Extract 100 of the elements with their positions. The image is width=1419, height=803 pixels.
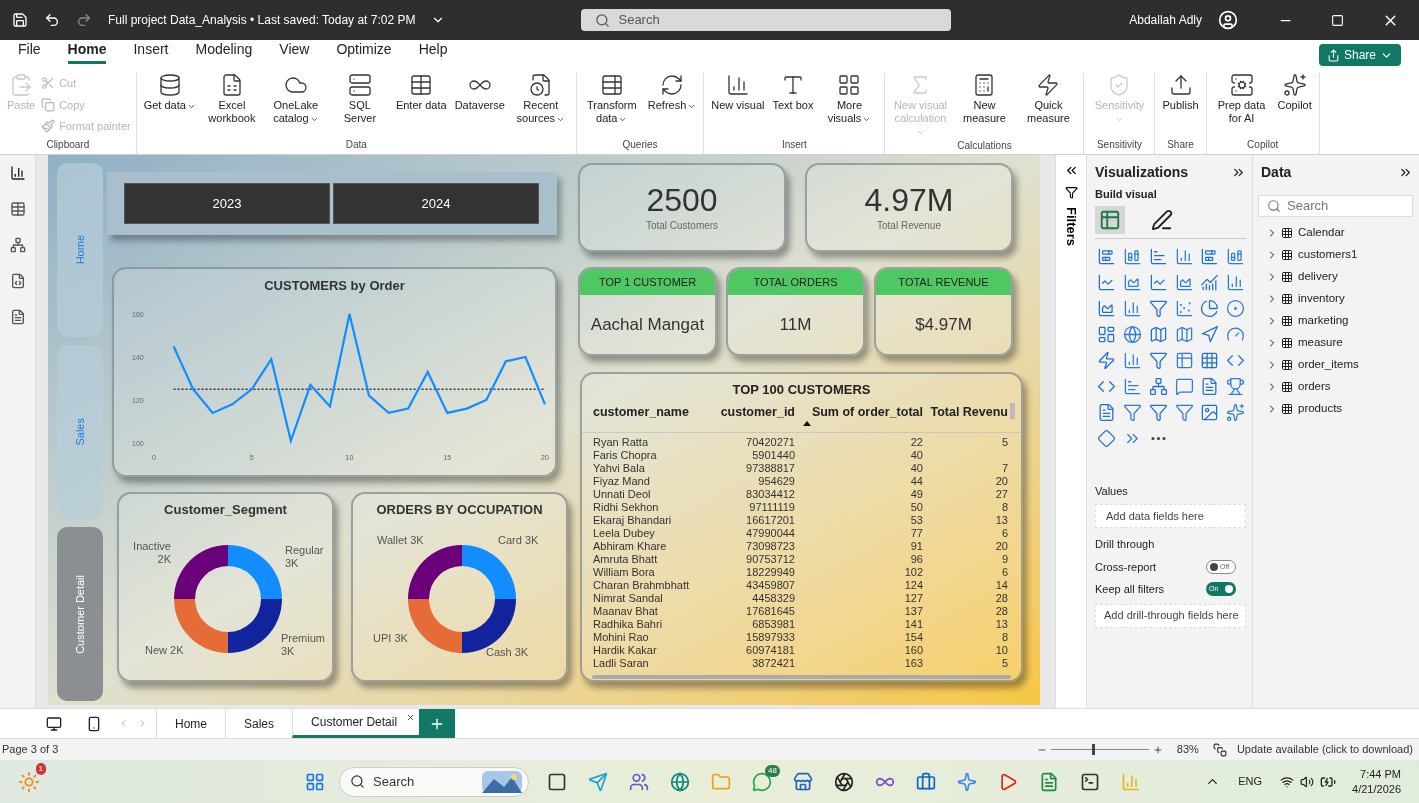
column-header[interactable]: customer_id <box>705 402 795 422</box>
task-view-icon[interactable] <box>547 771 567 792</box>
arrow-icon[interactable] <box>1200 324 1220 344</box>
ribbon-button[interactable]: SQL Server <box>329 73 390 137</box>
ribbon-button[interactable]: Excel workbook <box>201 73 262 137</box>
table-item[interactable]: orders <box>1266 378 1413 395</box>
table-item[interactable]: delivery <box>1266 268 1413 285</box>
drop-field[interactable]: Add data fields here <box>1095 504 1246 528</box>
column-chart-icon[interactable] <box>1174 246 1194 266</box>
bar-chart-icon[interactable] <box>1148 246 1168 266</box>
undo-icon[interactable] <box>44 12 60 28</box>
table-item[interactable]: inventory <box>1266 290 1413 307</box>
close-icon[interactable] <box>406 713 416 722</box>
ribbon-button[interactable]: New visual <box>709 73 767 137</box>
stacked-column-chart-icon[interactable] <box>1226 246 1246 266</box>
sun-icon[interactable] <box>18 770 40 793</box>
slider-thumb[interactable] <box>1092 744 1095 755</box>
model-view-icon[interactable] <box>9 237 26 253</box>
phone-icon[interactable] <box>86 715 102 732</box>
scrollbar[interactable] <box>1010 402 1015 419</box>
ribbon-button[interactable]: OneLake catalog <box>265 73 326 137</box>
year-button[interactable]: 2024 <box>333 183 539 224</box>
ribbon-button[interactable]: Copilot <box>1275 73 1314 137</box>
globe-icon[interactable] <box>1122 324 1142 344</box>
sparkle-icon[interactable] <box>957 771 977 792</box>
document-icon[interactable] <box>1039 771 1059 792</box>
column-header[interactable]: customer_name <box>593 402 705 422</box>
ribbon-button[interactable]: Prep data for AI <box>1211 73 1272 137</box>
ribbon-button[interactable]: Get data <box>141 73 198 137</box>
table-item[interactable]: order_items <box>1266 356 1413 373</box>
ribbon-button[interactable]: More visuals <box>819 73 880 137</box>
language-indicator[interactable]: ENG <box>1238 773 1263 790</box>
terminal-icon[interactable] <box>1080 771 1100 792</box>
add-page-button[interactable] <box>419 709 456 738</box>
line-chart-icon[interactable] <box>1097 272 1116 292</box>
browser-icon[interactable] <box>670 771 690 792</box>
ribbon-button[interactable]: Text box <box>770 73 816 137</box>
store-icon[interactable] <box>793 771 813 792</box>
diamond-icon[interactable] <box>1097 428 1116 448</box>
report-icon[interactable] <box>1097 402 1116 422</box>
menu-tab[interactable]: Optimize <box>336 39 392 64</box>
query-view-icon[interactable] <box>9 273 26 289</box>
combo-chart-icon[interactable] <box>1200 272 1220 292</box>
search-field[interactable]: Search <box>1258 195 1413 217</box>
filter-icon[interactable] <box>1064 186 1078 199</box>
play-icon[interactable] <box>998 771 1018 792</box>
stacked-column-chart-icon[interactable] <box>1122 246 1142 266</box>
table-item[interactable]: Calendar <box>1266 224 1413 241</box>
funnel-icon[interactable] <box>1148 298 1168 318</box>
start-icon[interactable] <box>305 771 325 792</box>
table-item[interactable]: measure <box>1266 334 1413 351</box>
column-header[interactable]: Sum of order_total <box>799 402 923 422</box>
clock-time[interactable]: 7:44 PM <box>1360 766 1401 782</box>
column-header[interactable]: Total Revenu <box>923 402 1008 422</box>
drop-field[interactable]: Add drill-through fields here <box>1095 603 1246 628</box>
zoom-slider[interactable] <box>1050 744 1149 755</box>
column-chart-icon[interactable] <box>1226 272 1246 292</box>
menu-tab[interactable]: Help <box>418 39 448 64</box>
menu-tab[interactable]: View <box>279 39 310 64</box>
scatter-chart-icon[interactable] <box>1174 298 1194 318</box>
share-button[interactable]: Share <box>1318 44 1401 66</box>
paper-plane-icon[interactable] <box>588 771 608 792</box>
ribbon-button[interactable]: Refresh <box>645 73 699 137</box>
wifi-icon[interactable] <box>1280 774 1295 789</box>
area-chart-icon[interactable] <box>1122 272 1142 292</box>
ribbon-button[interactable]: Transform data <box>581 73 642 137</box>
scrollbar[interactable] <box>592 674 1011 679</box>
search-field[interactable]: Search <box>339 766 529 797</box>
maximize-icon[interactable] <box>1331 13 1344 27</box>
tree-icon[interactable] <box>1148 376 1168 396</box>
stacked-bar-chart-icon[interactable] <box>1097 246 1116 266</box>
menu-tab[interactable]: Modeling <box>195 39 253 64</box>
save-icon[interactable] <box>12 12 28 28</box>
year-button[interactable]: 2023 <box>124 183 330 224</box>
speech-bubble-icon[interactable] <box>1174 376 1194 396</box>
redo-icon[interactable] <box>76 12 92 28</box>
chat-icon[interactable] <box>752 771 772 792</box>
table-item[interactable]: customers1 <box>1266 246 1413 263</box>
script-view-icon[interactable] <box>9 309 26 325</box>
clock-date[interactable]: 4/21/2026 <box>1352 781 1401 797</box>
stacked-bar-chart-icon[interactable] <box>1200 246 1220 266</box>
table-view-icon[interactable] <box>9 201 26 217</box>
image-icon[interactable] <box>1200 402 1220 422</box>
area-chart-icon[interactable] <box>1174 272 1194 292</box>
avatar-icon[interactable] <box>1218 10 1238 30</box>
zoom-in-icon[interactable] <box>1152 744 1163 755</box>
matrix-icon[interactable] <box>1200 350 1220 370</box>
ribbon-button[interactable]: Enter data <box>393 73 449 137</box>
menu-tab[interactable]: File <box>18 39 41 64</box>
map-icon[interactable] <box>1174 324 1194 344</box>
fit-page-icon[interactable] <box>1212 742 1227 757</box>
trophy-icon[interactable] <box>1226 376 1246 396</box>
map-icon[interactable] <box>1148 324 1168 344</box>
treemap-icon[interactable] <box>1097 324 1116 344</box>
table-item[interactable]: products <box>1266 400 1413 417</box>
ribbon-button[interactable]: Quick measure <box>1018 73 1079 138</box>
ribbon-button[interactable]: Publish <box>1160 73 1201 137</box>
ribbon-button[interactable]: Dataverse <box>452 73 507 137</box>
briefcase-icon[interactable] <box>916 771 936 792</box>
speaker-icon[interactable] <box>1300 774 1315 789</box>
